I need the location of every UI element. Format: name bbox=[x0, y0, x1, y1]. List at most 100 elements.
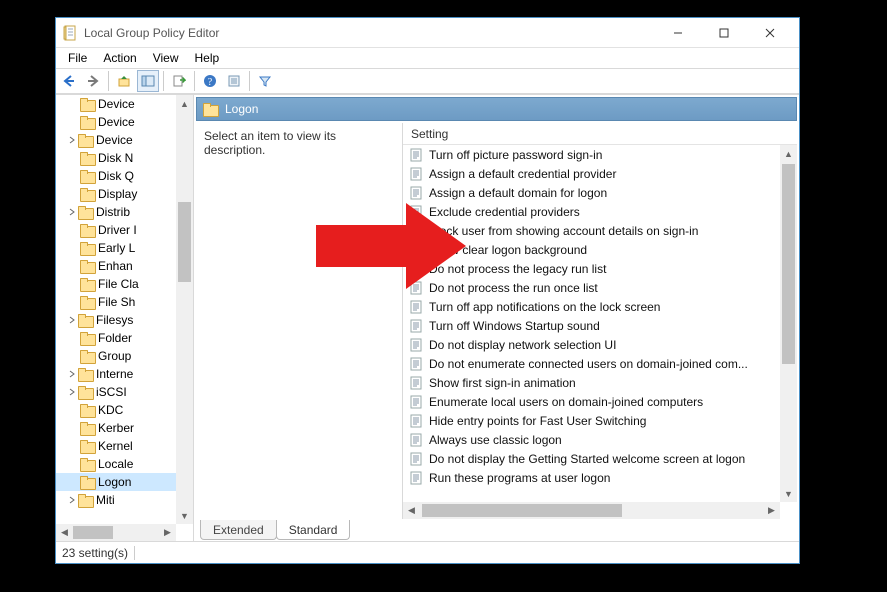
setting-item[interactable]: Turn off picture password sign-in bbox=[403, 145, 780, 164]
toolbar-separator bbox=[108, 71, 109, 91]
nav-back-button[interactable] bbox=[58, 70, 80, 92]
chevron-right-icon[interactable] bbox=[66, 388, 78, 396]
tree-item[interactable]: Folder bbox=[56, 329, 176, 347]
setting-item[interactable]: Turn off app notifications on the lock s… bbox=[403, 297, 780, 316]
tree-item[interactable]: File Sh bbox=[56, 293, 176, 311]
list-horizontal-scrollbar[interactable]: ◀ ▶ bbox=[403, 502, 780, 519]
setting-item[interactable]: Assign a default domain for logon bbox=[403, 183, 780, 202]
scroll-track[interactable] bbox=[420, 502, 763, 519]
scroll-up-icon[interactable]: ▲ bbox=[176, 95, 193, 112]
scroll-track[interactable] bbox=[176, 112, 193, 507]
chevron-right-icon[interactable] bbox=[66, 136, 78, 144]
setting-item[interactable]: Run these programs at user logon bbox=[403, 468, 780, 487]
setting-item[interactable]: Do not display the Getting Started welco… bbox=[403, 449, 780, 468]
setting-item[interactable]: Enumerate local users on domain-joined c… bbox=[403, 392, 780, 411]
help-button[interactable]: ? bbox=[199, 70, 221, 92]
tree-vertical-scrollbar[interactable]: ▲ ▼ bbox=[176, 95, 193, 524]
tree-item[interactable]: Driver I bbox=[56, 221, 176, 239]
tree-item[interactable]: Device bbox=[56, 95, 176, 113]
tree-item-label: Device bbox=[96, 133, 133, 147]
tree-item[interactable]: Device bbox=[56, 131, 176, 149]
svg-text:?: ? bbox=[208, 77, 213, 88]
tree-item[interactable]: Disk N bbox=[56, 149, 176, 167]
list-vertical-scrollbar[interactable]: ▲ ▼ bbox=[780, 145, 797, 502]
menu-action[interactable]: Action bbox=[95, 49, 144, 67]
tree-item-label: Distrib bbox=[96, 205, 130, 219]
scroll-track[interactable] bbox=[780, 162, 797, 485]
tree-item[interactable]: Disk Q bbox=[56, 167, 176, 185]
filter-button[interactable] bbox=[254, 70, 276, 92]
scroll-thumb[interactable] bbox=[73, 526, 113, 539]
maximize-button[interactable] bbox=[701, 18, 747, 47]
scroll-up-icon[interactable]: ▲ bbox=[780, 145, 797, 162]
tree-item[interactable]: Enhan bbox=[56, 257, 176, 275]
show-hide-tree-button[interactable] bbox=[137, 70, 159, 92]
folder-icon bbox=[78, 134, 92, 146]
tree-item-label: Device bbox=[98, 115, 135, 129]
tree-item[interactable]: Display bbox=[56, 185, 176, 203]
chevron-right-icon[interactable] bbox=[66, 370, 78, 378]
menu-view[interactable]: View bbox=[145, 49, 187, 67]
scroll-track[interactable] bbox=[73, 524, 159, 541]
tree-item[interactable]: File Cla bbox=[56, 275, 176, 293]
close-button[interactable] bbox=[747, 18, 793, 47]
scroll-thumb[interactable] bbox=[782, 164, 795, 364]
scroll-thumb[interactable] bbox=[178, 202, 191, 282]
setting-item[interactable]: Assign a default credential provider bbox=[403, 164, 780, 183]
export-list-button[interactable] bbox=[168, 70, 190, 92]
scroll-down-icon[interactable]: ▼ bbox=[780, 485, 797, 502]
tab-extended[interactable]: Extended bbox=[200, 520, 277, 540]
tree-item[interactable]: Logon bbox=[56, 473, 176, 491]
policy-icon bbox=[409, 414, 423, 428]
tree-item[interactable]: Locale bbox=[56, 455, 176, 473]
scroll-down-icon[interactable]: ▼ bbox=[176, 507, 193, 524]
setting-item[interactable]: Do not display network selection UI bbox=[403, 335, 780, 354]
properties-button[interactable] bbox=[223, 70, 245, 92]
setting-item[interactable]: Always use classic logon bbox=[403, 430, 780, 449]
tree-horizontal-scrollbar[interactable]: ◀ ▶ bbox=[56, 524, 176, 541]
setting-label: Do not process the legacy run list bbox=[429, 262, 606, 276]
scroll-right-icon[interactable]: ▶ bbox=[763, 502, 780, 519]
setting-item[interactable]: Do not process the legacy run list bbox=[403, 259, 780, 278]
setting-item[interactable]: Do not enumerate connected users on doma… bbox=[403, 354, 780, 373]
nav-forward-button[interactable] bbox=[82, 70, 104, 92]
column-header-setting[interactable]: Setting bbox=[403, 123, 797, 145]
tab-standard[interactable]: Standard bbox=[276, 520, 351, 540]
tree-item[interactable]: Device bbox=[56, 113, 176, 131]
tree-item[interactable]: Kerber bbox=[56, 419, 176, 437]
tree-item[interactable]: Interne bbox=[56, 365, 176, 383]
setting-item[interactable]: Turn off Windows Startup sound bbox=[403, 316, 780, 335]
setting-item[interactable]: Exclude credential providers bbox=[403, 202, 780, 221]
scroll-left-icon[interactable]: ◀ bbox=[56, 524, 73, 541]
setting-item[interactable]: Do not process the run once list bbox=[403, 278, 780, 297]
tree-list[interactable]: Device Device Device Disk NDisk QDisplay Dis… bbox=[56, 95, 176, 524]
setting-item[interactable]: Show first sign-in animation bbox=[403, 373, 780, 392]
statusbar: 23 setting(s) bbox=[56, 541, 799, 563]
tree-item[interactable]: Early L bbox=[56, 239, 176, 257]
tree-item[interactable]: iSCSI bbox=[56, 383, 176, 401]
menu-file[interactable]: File bbox=[60, 49, 95, 67]
tree-item[interactable]: Miti bbox=[56, 491, 176, 509]
tree-item[interactable]: Filesys bbox=[56, 311, 176, 329]
chevron-right-icon[interactable] bbox=[66, 496, 78, 504]
scroll-right-icon[interactable]: ▶ bbox=[159, 524, 176, 541]
folder-header: Logon bbox=[196, 97, 797, 121]
policy-icon bbox=[409, 148, 423, 162]
setting-label: Do not process the run once list bbox=[429, 281, 598, 295]
setting-item[interactable]: Block user from showing account details … bbox=[403, 221, 780, 240]
setting-item[interactable]: Show clear logon background bbox=[403, 240, 780, 259]
chevron-right-icon[interactable] bbox=[66, 208, 78, 216]
up-one-level-button[interactable] bbox=[113, 70, 135, 92]
settings-list[interactable]: Turn off picture password sign-inAssign … bbox=[403, 145, 780, 502]
scroll-left-icon[interactable]: ◀ bbox=[403, 502, 420, 519]
tree-item[interactable]: Distrib bbox=[56, 203, 176, 221]
chevron-right-icon[interactable] bbox=[66, 316, 78, 324]
tree-item[interactable]: KDC bbox=[56, 401, 176, 419]
minimize-button[interactable] bbox=[655, 18, 701, 47]
scroll-thumb[interactable] bbox=[422, 504, 622, 517]
tree-item[interactable]: Group bbox=[56, 347, 176, 365]
tree-item[interactable]: Kernel bbox=[56, 437, 176, 455]
folder-icon bbox=[78, 368, 92, 380]
menu-help[interactable]: Help bbox=[187, 49, 228, 67]
setting-item[interactable]: Hide entry points for Fast User Switchin… bbox=[403, 411, 780, 430]
